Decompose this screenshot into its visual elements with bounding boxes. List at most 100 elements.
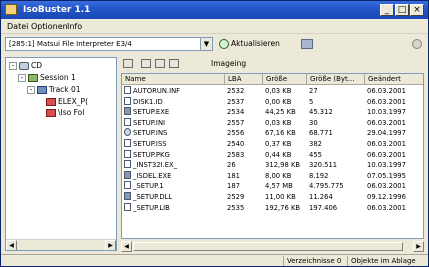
table-row[interactable]: SETUP.ISS 2540 0,37 KB 382 06.03.2001	[122, 139, 423, 149]
tree-item-folder[interactable]: ELEX_P(	[46, 97, 88, 107]
tree-item-label: ELEX_P(	[58, 97, 88, 106]
cell-lba: 2534	[227, 108, 245, 117]
file-panel: Imageing Name LBA Größe Größe (Byt... Ge…	[121, 57, 424, 252]
cell-name: AUTORUN.INF	[122, 86, 225, 96]
cell-size: 312,98 KB	[265, 161, 301, 170]
details-view-icon[interactable]	[155, 59, 165, 68]
cell-lba: 26	[227, 161, 236, 170]
file-icon	[124, 117, 131, 126]
close-button[interactable]: ×	[410, 4, 424, 16]
drive-toolbar: [285:1] Matsui File Interpreter E3/4 ▼ A…	[1, 35, 428, 53]
drive-tool-icon[interactable]	[301, 39, 313, 49]
cell-name: _INST32I.EX_	[122, 160, 225, 170]
refresh-button[interactable]: Aktualisieren	[219, 38, 280, 50]
status-bar: Verzeichnisse 0 Objekte im Ablage	[1, 254, 428, 266]
cd-icon	[19, 62, 29, 70]
title-bar[interactable]: IsoBuster 1.1 _ □ ×	[1, 1, 428, 19]
cell-size: 8,00 KB	[265, 171, 292, 180]
table-row[interactable]: _SETUP.DLL 2529 11,00 KB 11.264 09.12.1996	[122, 192, 423, 202]
chevron-down-icon[interactable]: ▼	[200, 38, 212, 50]
help-icon[interactable]	[412, 39, 422, 49]
minimize-button[interactable]: _	[380, 4, 394, 16]
table-row[interactable]: DISK1.ID 2537 0,00 KB 5 06.03.2001	[122, 96, 423, 107]
table-row[interactable]: SETUP.PKG 2583 0,44 KB 455 06.03.2001	[122, 149, 423, 160]
cell-size: 0,03 KB	[265, 87, 292, 95]
table-row[interactable]: SETUP.INS 2556 67,16 KB 68.771 29.04.1997	[122, 128, 423, 138]
cell-name: _SETUP.1	[122, 181, 225, 191]
app-window: IsoBuster 1.1 _ □ × Datei Optionen Info …	[0, 0, 429, 267]
tree-item-track[interactable]: - Track 01	[27, 85, 81, 95]
column-header-modified[interactable]: Geändert	[365, 74, 423, 85]
scroll-right-icon[interactable]: ▶	[105, 240, 116, 250]
file-name: SETUP.INI	[133, 118, 166, 127]
executable-file-icon	[124, 170, 131, 179]
folder-icon	[46, 109, 56, 117]
collapse-icon[interactable]: -	[9, 62, 17, 70]
cell-date: 06.03.2001	[367, 150, 406, 159]
cell-lba: 187	[227, 182, 240, 191]
column-header-lba[interactable]: LBA	[225, 74, 263, 85]
tree-panel: - CD - Session 1 - Track 01 ELEX_P( \Iso…	[5, 57, 117, 251]
scroll-left-icon[interactable]: ◀	[121, 241, 132, 252]
view-icon[interactable]	[123, 59, 133, 68]
table-row[interactable]: _ISDEL.EXE 181 8,00 KB 8.192 07.05.1995	[122, 170, 423, 181]
main-content: - CD - Session 1 - Track 01 ELEX_P( \Iso…	[1, 55, 428, 253]
cell-lba: 2535	[227, 203, 245, 212]
file-icon	[124, 96, 131, 105]
table-row[interactable]: _INST32I.EX_ 26 312,98 KB 320.511 10.03.1997	[122, 160, 423, 170]
status-right: Objekte im Ablage	[347, 256, 416, 266]
cell-lba: 2583	[227, 150, 245, 159]
menu-optionen[interactable]: Optionen	[31, 21, 68, 33]
table-row[interactable]: _SETUP.1 187 4,57 MB 4.795.775 06.03.2001	[122, 181, 423, 191]
refresh-icon	[219, 39, 229, 49]
drive-select[interactable]: [285:1] Matsui File Interpreter E3/4 ▼	[5, 37, 213, 51]
cell-bytes: 5	[309, 97, 314, 106]
file-icon	[124, 160, 131, 169]
cell-name: _SETUP.DLL	[122, 192, 225, 202]
menu-bar: Datei Optionen Info	[1, 20, 428, 34]
cell-lba: 2532	[227, 87, 245, 95]
scrollbar-thumb[interactable]	[133, 242, 403, 251]
cell-lba: 2529	[227, 193, 245, 201]
file-name: AUTORUN.INF	[133, 87, 181, 95]
script-file-icon	[124, 128, 131, 137]
tree-item-cd[interactable]: - CD	[9, 61, 42, 71]
file-icon	[124, 149, 131, 158]
cell-date: 06.03.2001	[367, 87, 406, 95]
cell-name: SETUP.ISS	[122, 139, 225, 149]
column-header-size[interactable]: Größe	[263, 74, 307, 85]
table-row[interactable]: _SETUP.LIB 2535 192,76 KB 197.406 06.03.2001	[122, 202, 423, 213]
file-name: SETUP.PKG	[133, 150, 170, 159]
table-row[interactable]: AUTORUN.INF 2532 0,03 KB 27 06.03.2001	[122, 86, 423, 96]
file-icon	[124, 181, 131, 190]
cell-name: SETUP.INI	[122, 117, 225, 128]
imaging-label: Imageing	[211, 59, 247, 68]
cell-name: SETUP.INS	[122, 128, 225, 138]
cell-name: DISK1.ID	[122, 96, 225, 107]
cell-date: 06.03.2001	[367, 97, 406, 106]
menu-info[interactable]: Info	[67, 21, 82, 33]
list-header: Name LBA Größe Größe (Byt... Geändert	[122, 74, 423, 85]
tree-item-session[interactable]: - Session 1	[18, 73, 76, 83]
up-folder-icon[interactable]	[169, 59, 179, 68]
list-horizontal-scrollbar[interactable]: ◀ ▶	[121, 241, 424, 252]
collapse-icon[interactable]: -	[18, 74, 26, 82]
list-view-icon[interactable]	[141, 59, 151, 68]
table-row[interactable]: SETUP.INI 2557 0,03 KB 30 06.03.2001	[122, 117, 423, 128]
cell-name: SETUP.PKG	[122, 149, 225, 160]
refresh-label: Aktualisieren	[231, 39, 280, 48]
scroll-right-icon[interactable]: ▶	[413, 241, 424, 252]
cell-date: 07.05.1995	[367, 171, 406, 180]
tree-horizontal-scrollbar[interactable]: ◀ ▶	[6, 239, 116, 250]
cell-bytes: 197.406	[309, 203, 338, 212]
menu-datei[interactable]: Datei	[7, 21, 28, 33]
cell-size: 192,76 KB	[265, 203, 301, 212]
column-header-bytes[interactable]: Größe (Byt...	[307, 74, 365, 85]
column-header-name[interactable]: Name	[122, 74, 225, 85]
collapse-icon[interactable]: -	[27, 86, 35, 94]
tree-item-folder[interactable]: \Iso Fol	[46, 108, 84, 118]
cell-size: 44,25 KB	[265, 108, 296, 117]
scroll-left-icon[interactable]: ◀	[6, 240, 17, 250]
table-row[interactable]: SETUP.EXE 2534 44,25 KB 45.312 10.03.1997	[122, 107, 423, 117]
maximize-button[interactable]: □	[395, 4, 409, 16]
